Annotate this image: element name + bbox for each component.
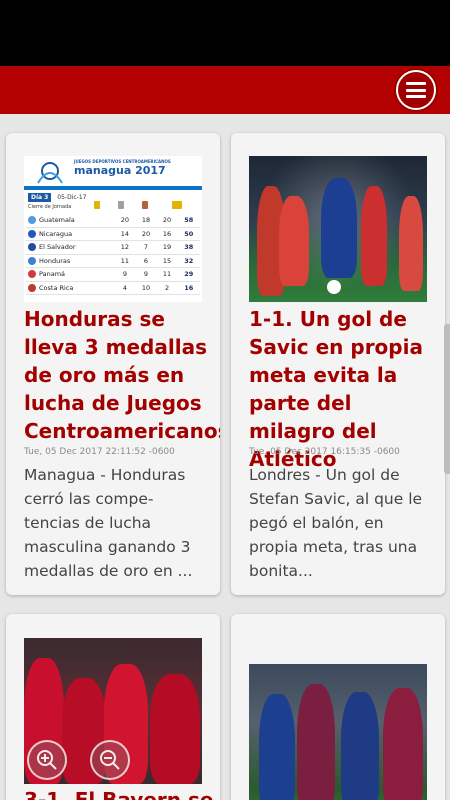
bronze-count: 11 xyxy=(156,267,178,282)
gold-count: 14 xyxy=(114,227,136,241)
scroll-edge-handle[interactable] xyxy=(444,324,450,474)
games-logo-icon xyxy=(37,162,63,184)
hamburger-menu-icon xyxy=(406,82,426,98)
country-flag-icon xyxy=(28,283,36,292)
total-count: 38 xyxy=(177,240,200,255)
gold-count: 20 xyxy=(114,214,136,228)
menu-button[interactable] xyxy=(396,70,436,110)
bronze-count: 20 xyxy=(156,214,178,228)
gold-count: 9 xyxy=(114,267,136,282)
total-count: 58 xyxy=(177,214,200,228)
country-cell: Costa Rica xyxy=(26,281,115,295)
medal-table-thumbnail[interactable]: JUEGOS DEPORTIVOS CENTROAMERICANOS manag… xyxy=(24,156,202,302)
silver-medal-icon xyxy=(118,201,124,209)
country-cell: Panamá xyxy=(26,267,115,282)
barcelona-players-photo[interactable] xyxy=(249,664,427,800)
games-banner: JUEGOS DEPORTIVOS CENTROAMERICANOS manag… xyxy=(24,156,202,188)
article-date: Tue, 05 Dec 2017 16:15:35 -0600 xyxy=(249,447,400,457)
silver-count: 18 xyxy=(135,214,157,228)
silver-count: 7 xyxy=(135,240,157,255)
silver-count: 20 xyxy=(135,227,157,241)
silver-count: 9 xyxy=(135,267,157,282)
news-grid[interactable]: JUEGOS DEPORTIVOS CENTROAMERICANOS manag… xyxy=(0,114,450,800)
bronze-count: 2 xyxy=(156,281,178,295)
country-cell: El Salvador xyxy=(26,240,115,255)
total-count: 50 xyxy=(177,227,200,241)
total-count: 32 xyxy=(177,254,200,268)
zoom-in-button[interactable] xyxy=(27,740,67,780)
medal-table-row: Costa Rica 4 10 2 16 xyxy=(26,281,200,295)
bronze-count: 19 xyxy=(156,240,178,255)
medal-table-row: Panamá 9 9 11 29 xyxy=(26,267,200,282)
gold-count: 11 xyxy=(114,254,136,268)
zoom-out-button[interactable] xyxy=(90,740,130,780)
country-cell: Guatemala xyxy=(26,214,115,228)
medal-table-row: Nicaragua 14 20 16 50 xyxy=(26,227,200,241)
medal-table-row: Guatemala 20 18 20 58 xyxy=(26,214,200,228)
games-logo-text: JUEGOS DEPORTIVOS CENTROAMERICANOS manag… xyxy=(74,159,171,177)
bronze-medal-icon xyxy=(142,201,148,209)
article-date: Tue, 05 Dec 2017 22:11:52 -0600 xyxy=(24,447,175,457)
soccer-match-photo[interactable] xyxy=(249,156,427,302)
gold-count: 4 xyxy=(114,281,136,295)
total-count: 29 xyxy=(177,267,200,282)
soccer-ball-icon xyxy=(327,280,341,294)
bronze-count: 16 xyxy=(156,227,178,241)
medal-table-row: El Salvador 12 7 19 38 xyxy=(26,240,200,255)
article-title[interactable]: Honduras se lleva 3 medallas de oro más … xyxy=(24,305,220,445)
news-card[interactable]: JUEGOS DEPORTIVOS CENTROAMERICANOS manag… xyxy=(6,133,220,595)
zoom-in-icon xyxy=(37,750,57,770)
total-count: 16 xyxy=(177,281,200,295)
country-cell: Honduras xyxy=(26,254,115,268)
country-flag-icon xyxy=(28,243,36,252)
zoom-out-icon xyxy=(100,750,120,770)
article-summary[interactable]: Londres - Un gol de Stefan Savic, al que… xyxy=(249,463,429,583)
country-flag-icon xyxy=(28,229,36,238)
gold-medal-icon xyxy=(94,201,100,209)
article-title[interactable]: 3-1. El Bayern se xyxy=(24,786,214,800)
gold-count: 12 xyxy=(114,240,136,255)
status-bar xyxy=(0,0,450,66)
article-summary[interactable]: Managua - Honduras cerró las compe-tenci… xyxy=(24,463,204,583)
medal-table-row: Honduras 11 6 15 32 xyxy=(26,254,200,268)
country-cell: Nicaragua xyxy=(26,227,115,241)
app-header xyxy=(0,66,450,114)
news-card[interactable] xyxy=(231,614,445,800)
silver-count: 10 xyxy=(135,281,157,295)
bronze-count: 15 xyxy=(156,254,178,268)
country-flag-icon xyxy=(28,270,36,279)
medal-table: Guatemala 20 18 20 58 Nicaragua 14 20 16 50 El Sal… xyxy=(26,214,200,295)
silver-count: 6 xyxy=(135,254,157,268)
country-flag-icon xyxy=(28,216,36,225)
total-medals-icon xyxy=(172,201,182,209)
news-card[interactable]: 1-1. Un gol de Savic en propia meta evit… xyxy=(231,133,445,595)
country-flag-icon xyxy=(28,256,36,265)
medal-icons xyxy=(94,201,202,213)
